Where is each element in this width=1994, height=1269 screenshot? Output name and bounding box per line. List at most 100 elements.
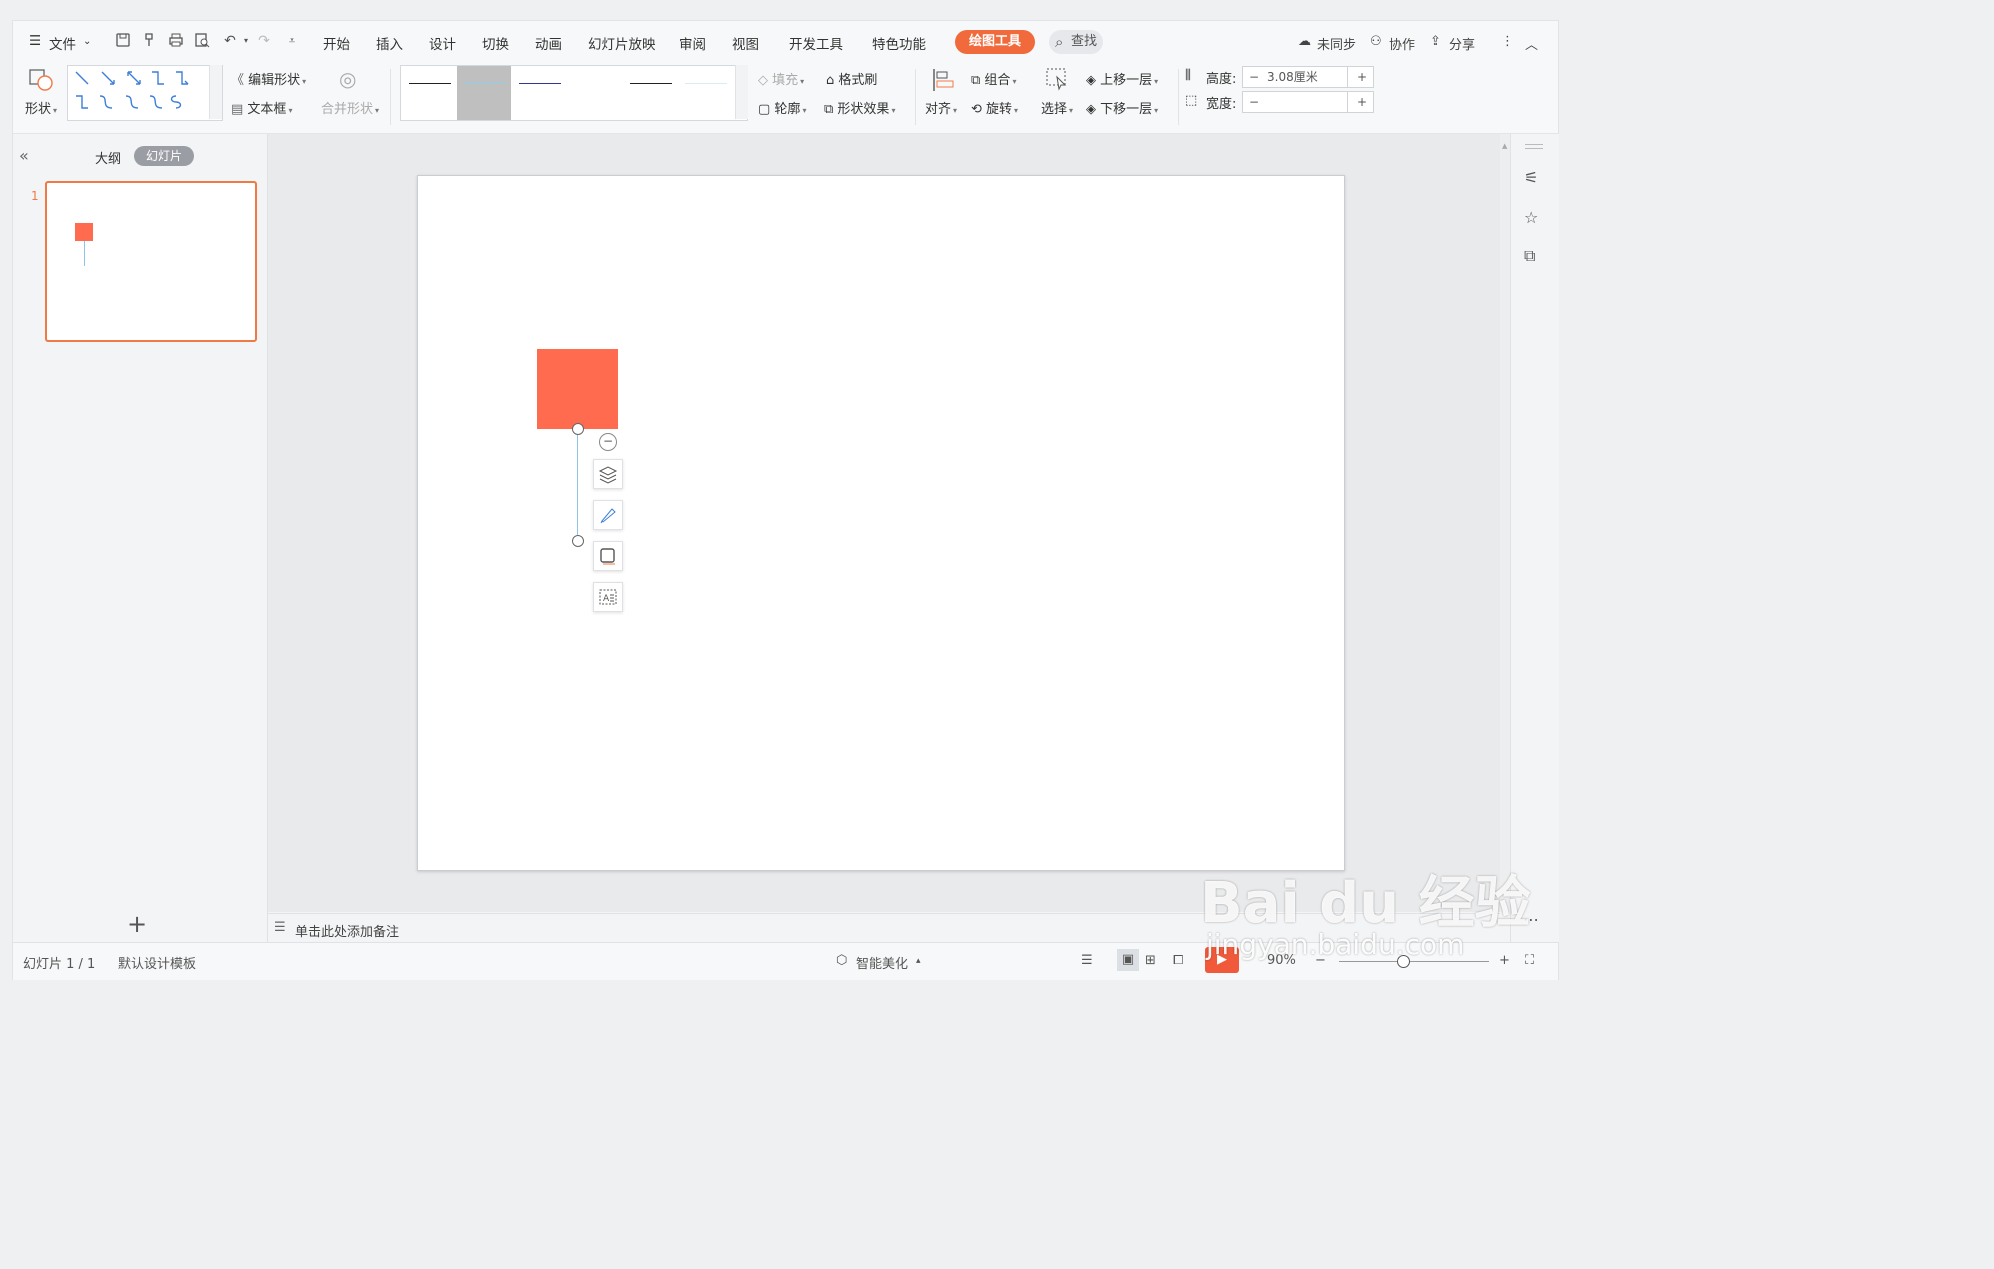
width-spinner[interactable]: − + — [1242, 91, 1374, 113]
hamburger-menu-icon[interactable]: ☰ — [29, 33, 41, 49]
fill-button[interactable]: ◇ 填充 ▾ — [758, 69, 804, 88]
fit-window-icon[interactable]: ⛶ — [1525, 953, 1534, 968]
save-icon[interactable] — [114, 32, 132, 50]
height-spinner[interactable]: − 3.08厘米 + — [1242, 66, 1374, 88]
outline-style-black[interactable] — [409, 83, 451, 84]
collapse-float-toolbar-icon[interactable]: − — [599, 433, 617, 451]
gallery-scroll[interactable] — [209, 65, 222, 119]
file-dropdown-icon[interactable]: ⌄ — [83, 36, 91, 47]
slide-sorter-icon[interactable]: ⊞ — [1145, 953, 1156, 968]
slide-thumbnail-1[interactable] — [45, 181, 257, 342]
collapse-ribbon-icon[interactable]: ︿ — [1525, 34, 1538, 53]
tab-start[interactable]: 开始 — [323, 33, 350, 53]
tab-outline[interactable]: 大纲 — [95, 148, 121, 167]
format-painter-button[interactable]: ⌂ 格式刷 — [826, 69, 877, 88]
scroll-up-icon[interactable]: ▲ — [1502, 142, 1508, 150]
outline-gallery-scroll[interactable] — [735, 65, 748, 119]
width-decrement[interactable]: − — [1249, 92, 1259, 112]
orange-rectangle-shape[interactable] — [537, 349, 618, 429]
layers-tool-button[interactable] — [593, 459, 623, 489]
zoom-in-icon[interactable]: + — [1499, 953, 1510, 968]
textbox-button[interactable]: ▤ 文本框 ▾ — [231, 98, 292, 117]
height-increment[interactable]: + — [1357, 67, 1367, 87]
tab-view[interactable]: 视图 — [732, 33, 759, 53]
tab-animation[interactable]: 动画 — [535, 33, 562, 53]
outline-button[interactable]: ▢ 轮廓 ▾ — [758, 98, 806, 117]
star-icon[interactable]: ☆ — [1524, 208, 1538, 227]
tab-developer[interactable]: 开发工具 — [789, 33, 843, 53]
customize-toolbar-icon[interactable]: ⩡ — [283, 32, 301, 50]
print-preview-icon[interactable] — [193, 32, 211, 50]
normal-view-icon[interactable]: ▣ — [1117, 949, 1139, 971]
select-icon[interactable] — [1045, 67, 1071, 97]
template-name[interactable]: 默认设计模板 — [118, 953, 196, 972]
outline-style-selected[interactable] — [457, 66, 511, 120]
bring-forward-button[interactable]: ◈ 上移一层 ▾ — [1086, 69, 1158, 88]
format-painter-quick-icon[interactable] — [141, 32, 159, 50]
add-slide-button[interactable]: + — [127, 910, 147, 938]
shape-button[interactable]: 形状 ▾ — [25, 98, 57, 117]
zoom-slider-track[interactable] — [1339, 961, 1489, 962]
collapse-panel-icon[interactable]: « — [19, 146, 29, 165]
shape-insert-icon[interactable] — [27, 67, 57, 93]
vertical-scrollbar[interactable]: ▲ — [1500, 134, 1510, 912]
smart-beautify-caret-icon[interactable]: ▴ — [916, 956, 921, 966]
align-button[interactable]: 对齐 ▾ — [925, 98, 957, 117]
outline-style-black-2[interactable] — [630, 83, 672, 84]
undo-dropdown-icon[interactable]: ▾ — [237, 32, 255, 50]
tab-insert[interactable]: 插入 — [376, 33, 403, 53]
outline-style-pale[interactable] — [685, 83, 727, 84]
right-sidebar: ⚟ ☆ ⧉ ⋯ — [1510, 134, 1559, 942]
height-input[interactable]: 3.08厘米 — [1267, 67, 1318, 87]
notes-toggle-icon[interactable]: ☰ — [1081, 953, 1093, 968]
outline-style-dark-blue[interactable] — [519, 83, 561, 84]
outline-tool-button[interactable] — [593, 541, 623, 571]
tab-transition[interactable]: 切换 — [482, 33, 509, 53]
fill-icon: ◇ — [758, 73, 773, 88]
collaborate-icon[interactable]: ⚇ — [1370, 34, 1382, 49]
tab-design[interactable]: 设计 — [429, 33, 456, 53]
line-shape-gallery[interactable] — [67, 65, 223, 121]
smart-beautify-icon[interactable]: ⬡ — [836, 953, 847, 968]
unsynced-status[interactable]: 未同步 — [1317, 34, 1356, 53]
group-button[interactable]: ⧉ 组合 ▾ — [971, 69, 1016, 88]
tab-special-features[interactable]: 特色功能 — [872, 33, 926, 53]
connector-start-handle[interactable] — [572, 423, 584, 435]
more-options-icon[interactable]: ⋮ — [1501, 34, 1514, 49]
width-increment[interactable]: + — [1357, 92, 1367, 112]
select-button[interactable]: 选择 ▾ — [1041, 98, 1073, 117]
slide-1[interactable]: − A — [417, 175, 1345, 871]
connector-end-handle[interactable] — [572, 535, 584, 547]
tab-slideshow[interactable]: 幻灯片放映 — [588, 33, 656, 53]
outline-style-gallery[interactable] — [400, 65, 748, 121]
tab-drawing-tools[interactable]: 绘图工具 — [955, 30, 1035, 54]
height-decrement[interactable]: − — [1249, 67, 1259, 87]
tab-slides[interactable]: 幻灯片 — [134, 146, 194, 166]
file-menu[interactable]: 文件 — [49, 33, 76, 53]
edit-shape-button[interactable]: 《 编辑形状 ▾ — [231, 69, 306, 88]
smart-beautify-button[interactable]: 智能美化 — [856, 953, 908, 972]
brush-tool-button[interactable] — [593, 500, 623, 530]
share-icon[interactable]: ⇪ — [1430, 34, 1441, 49]
send-backward-label: 下移一层 — [1100, 102, 1153, 117]
transform-icon[interactable]: ⧉ — [1524, 246, 1535, 266]
collaborate-button[interactable]: 协作 — [1389, 34, 1415, 53]
search-button[interactable]: ⌕ 查找 — [1049, 30, 1103, 54]
merge-shape-button[interactable]: 合并形状 ▾ — [321, 98, 379, 117]
notes-placeholder[interactable]: 单击此处添加备注 — [295, 921, 399, 940]
align-icon[interactable] — [931, 67, 957, 97]
rotate-button[interactable]: ⟲ 旋转 ▾ — [971, 98, 1018, 117]
redo-icon[interactable]: ↷ — [255, 32, 273, 50]
bring-forward-label: 上移一层 — [1100, 73, 1153, 88]
cloud-sync-icon[interactable]: ☁ — [1298, 34, 1311, 49]
print-icon[interactable] — [167, 32, 185, 50]
outline-style-light-blue[interactable] — [464, 83, 506, 84]
properties-icon[interactable]: ⚟ — [1524, 168, 1538, 187]
share-button[interactable]: 分享 — [1449, 34, 1475, 53]
reading-view-icon[interactable]: ⧠ — [1173, 953, 1183, 968]
send-backward-button[interactable]: ◈ 下移一层 ▾ — [1086, 98, 1158, 117]
shape-effect-button[interactable]: ⧉ 形状效果 ▾ — [824, 98, 895, 117]
tab-review[interactable]: 审阅 — [679, 33, 706, 53]
selected-connector-line[interactable] — [577, 429, 578, 541]
text-tool-button[interactable]: A — [593, 582, 623, 612]
